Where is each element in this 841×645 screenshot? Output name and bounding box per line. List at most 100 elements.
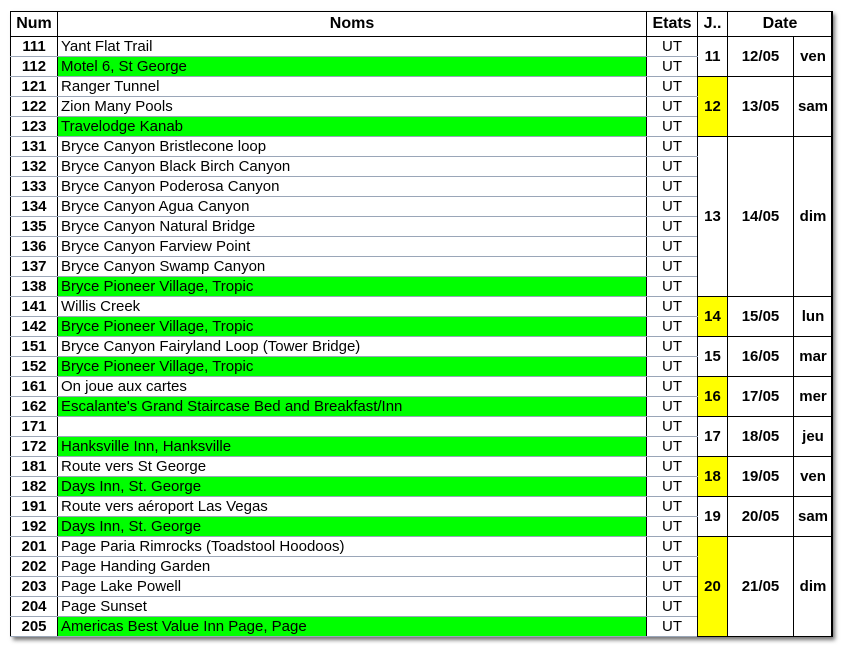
row-num-cell[interactable]: 132 xyxy=(10,156,58,177)
row-etat-cell[interactable]: UT xyxy=(646,336,698,357)
row-num-cell[interactable]: 112 xyxy=(10,56,58,77)
row-nom-cell[interactable]: Bryce Canyon Bristlecone loop xyxy=(57,136,647,157)
row-num-cell[interactable]: 203 xyxy=(10,576,58,597)
row-nom-cell[interactable]: Page Lake Powell xyxy=(57,576,647,597)
date-cell[interactable]: 16/05 xyxy=(727,336,794,377)
row-num-cell[interactable]: 123 xyxy=(10,116,58,137)
row-nom-cell[interactable]: Bryce Canyon Fairyland Loop (Tower Bridg… xyxy=(57,336,647,357)
row-nom-cell[interactable]: Bryce Pioneer Village, Tropic xyxy=(57,356,647,377)
row-nom-cell[interactable]: Page Handing Garden xyxy=(57,556,647,577)
day-number-cell[interactable]: 11 xyxy=(697,36,728,77)
row-etat-cell[interactable]: UT xyxy=(646,536,698,557)
row-etat-cell[interactable]: UT xyxy=(646,556,698,577)
row-etat-cell[interactable]: UT xyxy=(646,156,698,177)
row-num-cell[interactable]: 135 xyxy=(10,216,58,237)
row-nom-cell[interactable]: Bryce Pioneer Village, Tropic xyxy=(57,316,647,337)
row-nom-cell[interactable]: Willis Creek xyxy=(57,296,647,317)
row-num-cell[interactable]: 133 xyxy=(10,176,58,197)
date-cell[interactable]: 19/05 xyxy=(727,456,794,497)
weekday-cell[interactable]: sam xyxy=(793,496,833,537)
row-nom-cell[interactable]: Bryce Canyon Agua Canyon xyxy=(57,196,647,217)
row-num-cell[interactable]: 131 xyxy=(10,136,58,157)
weekday-cell[interactable]: jeu xyxy=(793,416,833,457)
row-etat-cell[interactable]: UT xyxy=(646,56,698,77)
row-etat-cell[interactable]: UT xyxy=(646,316,698,337)
row-num-cell[interactable]: 136 xyxy=(10,236,58,257)
row-num-cell[interactable]: 142 xyxy=(10,316,58,337)
row-nom-cell[interactable]: Days Inn, St. George xyxy=(57,476,647,497)
date-cell[interactable]: 13/05 xyxy=(727,76,794,137)
header-noms[interactable]: Noms xyxy=(57,11,647,37)
row-nom-cell[interactable]: Escalante's Grand Staircase Bed and Brea… xyxy=(57,396,647,417)
row-num-cell[interactable]: 205 xyxy=(10,616,58,637)
row-num-cell[interactable]: 191 xyxy=(10,496,58,517)
row-num-cell[interactable]: 202 xyxy=(10,556,58,577)
header-date[interactable]: Date xyxy=(727,11,833,37)
row-etat-cell[interactable]: UT xyxy=(646,616,698,637)
day-number-cell[interactable]: 19 xyxy=(697,496,728,537)
row-etat-cell[interactable]: UT xyxy=(646,116,698,137)
day-number-cell[interactable]: 17 xyxy=(697,416,728,457)
date-cell[interactable]: 12/05 xyxy=(727,36,794,77)
row-etat-cell[interactable]: UT xyxy=(646,176,698,197)
row-num-cell[interactable]: 121 xyxy=(10,76,58,97)
day-number-cell[interactable]: 16 xyxy=(697,376,728,417)
row-nom-cell[interactable]: Bryce Canyon Black Birch Canyon xyxy=(57,156,647,177)
row-num-cell[interactable]: 122 xyxy=(10,96,58,117)
row-num-cell[interactable]: 151 xyxy=(10,336,58,357)
date-cell[interactable]: 18/05 xyxy=(727,416,794,457)
row-etat-cell[interactable]: UT xyxy=(646,196,698,217)
row-nom-cell[interactable]: Yant Flat Trail xyxy=(57,36,647,57)
row-nom-cell[interactable]: Zion Many Pools xyxy=(57,96,647,117)
row-num-cell[interactable]: 138 xyxy=(10,276,58,297)
day-number-cell[interactable]: 18 xyxy=(697,456,728,497)
date-cell[interactable]: 14/05 xyxy=(727,136,794,297)
row-num-cell[interactable]: 171 xyxy=(10,416,58,437)
row-num-cell[interactable]: 201 xyxy=(10,536,58,557)
weekday-cell[interactable]: sam xyxy=(793,76,833,137)
row-nom-cell[interactable]: Hanksville Inn, Hanksville xyxy=(57,436,647,457)
row-num-cell[interactable]: 192 xyxy=(10,516,58,537)
row-etat-cell[interactable]: UT xyxy=(646,36,698,57)
row-num-cell[interactable]: 152 xyxy=(10,356,58,377)
row-nom-cell[interactable]: Route vers St George xyxy=(57,456,647,477)
row-nom-cell[interactable]: Bryce Canyon Farview Point xyxy=(57,236,647,257)
weekday-cell[interactable]: lun xyxy=(793,296,833,337)
row-num-cell[interactable]: 161 xyxy=(10,376,58,397)
day-number-cell[interactable]: 20 xyxy=(697,536,728,637)
row-etat-cell[interactable]: UT xyxy=(646,276,698,297)
row-etat-cell[interactable]: UT xyxy=(646,256,698,277)
row-etat-cell[interactable]: UT xyxy=(646,76,698,97)
row-etat-cell[interactable]: UT xyxy=(646,436,698,457)
row-nom-cell[interactable]: Ranger Tunnel xyxy=(57,76,647,97)
row-nom-cell[interactable] xyxy=(57,416,647,437)
row-etat-cell[interactable]: UT xyxy=(646,576,698,597)
row-etat-cell[interactable]: UT xyxy=(646,296,698,317)
row-etat-cell[interactable]: UT xyxy=(646,476,698,497)
row-num-cell[interactable]: 137 xyxy=(10,256,58,277)
row-num-cell[interactable]: 204 xyxy=(10,596,58,617)
row-etat-cell[interactable]: UT xyxy=(646,516,698,537)
row-etat-cell[interactable]: UT xyxy=(646,456,698,477)
day-number-cell[interactable]: 13 xyxy=(697,136,728,297)
row-etat-cell[interactable]: UT xyxy=(646,416,698,437)
row-nom-cell[interactable]: Bryce Canyon Poderosa Canyon xyxy=(57,176,647,197)
row-etat-cell[interactable]: UT xyxy=(646,496,698,517)
row-num-cell[interactable]: 134 xyxy=(10,196,58,217)
row-etat-cell[interactable]: UT xyxy=(646,96,698,117)
row-etat-cell[interactable]: UT xyxy=(646,376,698,397)
weekday-cell[interactable]: mar xyxy=(793,336,833,377)
row-num-cell[interactable]: 141 xyxy=(10,296,58,317)
row-num-cell[interactable]: 172 xyxy=(10,436,58,457)
header-jour[interactable]: J.. xyxy=(697,11,728,37)
row-etat-cell[interactable]: UT xyxy=(646,396,698,417)
row-nom-cell[interactable]: Travelodge Kanab xyxy=(57,116,647,137)
row-etat-cell[interactable]: UT xyxy=(646,216,698,237)
row-nom-cell[interactable]: Bryce Pioneer Village, Tropic xyxy=(57,276,647,297)
weekday-cell[interactable]: dim xyxy=(793,536,833,637)
date-cell[interactable]: 20/05 xyxy=(727,496,794,537)
row-nom-cell[interactable]: Page Sunset xyxy=(57,596,647,617)
row-num-cell[interactable]: 182 xyxy=(10,476,58,497)
row-num-cell[interactable]: 111 xyxy=(10,36,58,57)
header-num[interactable]: Num xyxy=(10,11,58,37)
